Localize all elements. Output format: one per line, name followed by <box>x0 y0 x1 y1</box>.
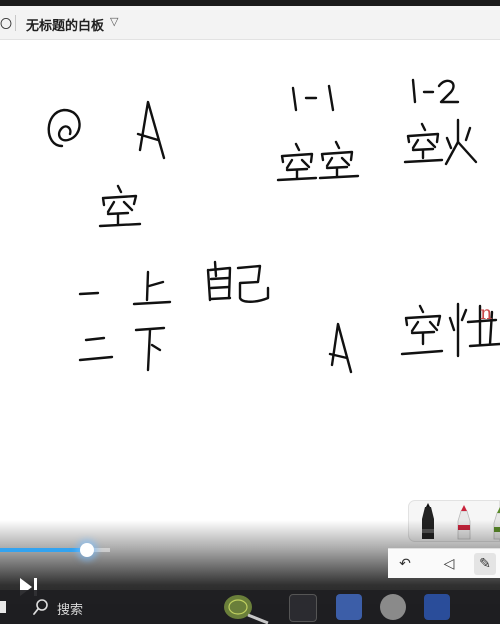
taskbar-decoration-icon <box>224 595 269 624</box>
start-icon[interactable] <box>0 601 6 613</box>
ink-char-kong-1 <box>98 184 142 228</box>
ink-circle-a <box>47 108 81 148</box>
ink-chars-kongkong <box>276 140 360 182</box>
ink-letter-a-1 <box>136 100 166 160</box>
page-title[interactable]: 无标题的白板 <box>26 15 104 34</box>
ink-chars-ziji <box>206 260 270 303</box>
whiteboard-toolbar: ↶ ◁ ✎ <box>388 548 500 578</box>
task-view-icon[interactable] <box>289 594 317 622</box>
titlebar-divider <box>15 15 16 31</box>
app-icon-1[interactable] <box>336 594 362 620</box>
red-text-fragment: n <box>480 302 493 324</box>
app-icon-2[interactable] <box>380 594 406 620</box>
chevron-down-icon[interactable]: ▽ <box>110 15 118 28</box>
ink-chars-yi-shang <box>78 270 172 306</box>
ink-chars-konghuo <box>403 118 478 166</box>
ink-label-1-1 <box>291 84 335 112</box>
app-titlebar: 〇 无标题的白板 ▽ <box>0 6 500 40</box>
back-icon[interactable]: 〇 <box>0 15 12 32</box>
search-label[interactable]: 搜索 <box>57 599 83 618</box>
undo-icon[interactable]: ↶ <box>394 553 416 575</box>
pen-tool-icon[interactable]: ✎ <box>474 553 496 575</box>
search-icon[interactable] <box>32 598 50 616</box>
app-icon-3[interactable] <box>424 594 450 620</box>
progress-fill <box>0 548 87 552</box>
ink-label-1-2 <box>411 78 460 104</box>
ink-chars-er-xia <box>78 326 166 372</box>
progress-handle[interactable] <box>80 543 94 557</box>
ink-letter-a-2 <box>328 322 353 374</box>
whiteboard-canvas[interactable] <box>0 40 500 520</box>
select-icon[interactable]: ◁ <box>438 553 460 575</box>
